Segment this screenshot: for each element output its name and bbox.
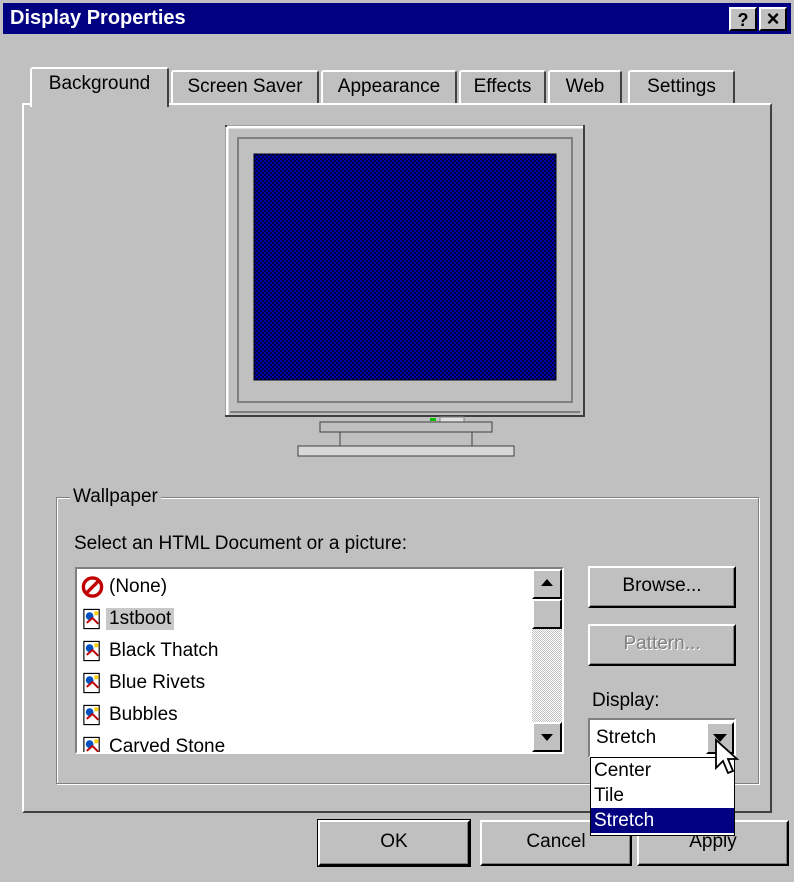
pattern-button-label: Pattern... xyxy=(623,633,701,654)
select-document-label: Select an HTML Document or a picture: xyxy=(74,533,407,554)
tab-label: Settings xyxy=(647,76,716,97)
help-button[interactable]: ? xyxy=(729,7,757,31)
window-title: Display Properties xyxy=(10,7,186,29)
ok-button[interactable]: OK xyxy=(317,819,471,867)
mouse-cursor-icon xyxy=(715,738,740,775)
tab-appearance[interactable]: Appearance xyxy=(321,70,457,103)
display-option-center[interactable]: Center xyxy=(591,758,734,783)
list-item-1stboot[interactable]: 1stboot xyxy=(81,603,175,635)
display-option-tile[interactable]: Tile xyxy=(591,783,734,808)
browse-button-label: Browse... xyxy=(622,575,702,596)
tab-background[interactable]: Background xyxy=(30,67,169,107)
scroll-thumb[interactable] xyxy=(532,599,562,629)
display-properties-window: Display Properties ? × Background Screen… xyxy=(0,0,794,882)
browse-button[interactable]: Browse... xyxy=(588,566,736,608)
html-document-icon xyxy=(83,672,100,694)
cancel-button-label: Cancel xyxy=(526,831,586,852)
tab-settings[interactable]: Settings xyxy=(628,70,735,103)
tab-label: Appearance xyxy=(337,76,441,97)
tab-screen-saver[interactable]: Screen Saver xyxy=(171,70,319,103)
html-document-icon xyxy=(83,640,100,662)
tab-label: Screen Saver xyxy=(187,76,303,97)
html-document-icon xyxy=(83,608,100,630)
list-item-carved-stone[interactable]: Carved Stone xyxy=(81,731,228,754)
arrow-down-icon xyxy=(541,734,553,741)
arrow-up-icon xyxy=(541,579,553,586)
list-item-black-thatch[interactable]: Black Thatch xyxy=(81,635,221,667)
display-label: Display: xyxy=(592,690,660,711)
title-bar[interactable]: Display Properties ? × xyxy=(3,3,791,34)
none-icon xyxy=(81,576,104,598)
list-item-label: Black Thatch xyxy=(109,640,219,661)
html-document-icon xyxy=(83,704,100,726)
list-item-none[interactable]: (None) xyxy=(81,571,170,603)
list-item-label: (None) xyxy=(109,576,168,597)
list-item-label: Carved Stone xyxy=(109,736,226,754)
desktop-preview-screen xyxy=(253,153,557,381)
tab-web[interactable]: Web xyxy=(548,70,622,103)
tab-effects[interactable]: Effects xyxy=(459,70,546,103)
scroll-down-button[interactable] xyxy=(532,722,562,752)
scroll-up-button[interactable] xyxy=(532,569,562,599)
tab-label: Effects xyxy=(473,76,532,97)
tab-label: Web xyxy=(565,76,605,97)
list-item-bubbles[interactable]: Bubbles xyxy=(81,699,181,731)
display-select-value: Stretch xyxy=(596,727,657,748)
list-item-label: Blue Rivets xyxy=(109,672,206,693)
monitor-preview xyxy=(225,125,585,457)
html-document-icon xyxy=(83,736,100,752)
list-item-label: Bubbles xyxy=(109,704,178,725)
wallpaper-group-label: Wallpaper xyxy=(70,486,161,508)
ok-button-label: OK xyxy=(380,831,408,852)
pattern-button[interactable]: Pattern... xyxy=(588,624,736,666)
wallpaper-listbox[interactable]: (None) 1stboot Black Thatch Blue Rivets … xyxy=(75,567,564,754)
list-item-label: 1stboot xyxy=(106,608,175,630)
list-item-blue-rivets[interactable]: Blue Rivets xyxy=(81,667,208,699)
close-button[interactable]: × xyxy=(759,7,787,31)
display-option-stretch[interactable]: Stretch xyxy=(591,808,734,833)
tab-label: Background xyxy=(48,73,151,94)
